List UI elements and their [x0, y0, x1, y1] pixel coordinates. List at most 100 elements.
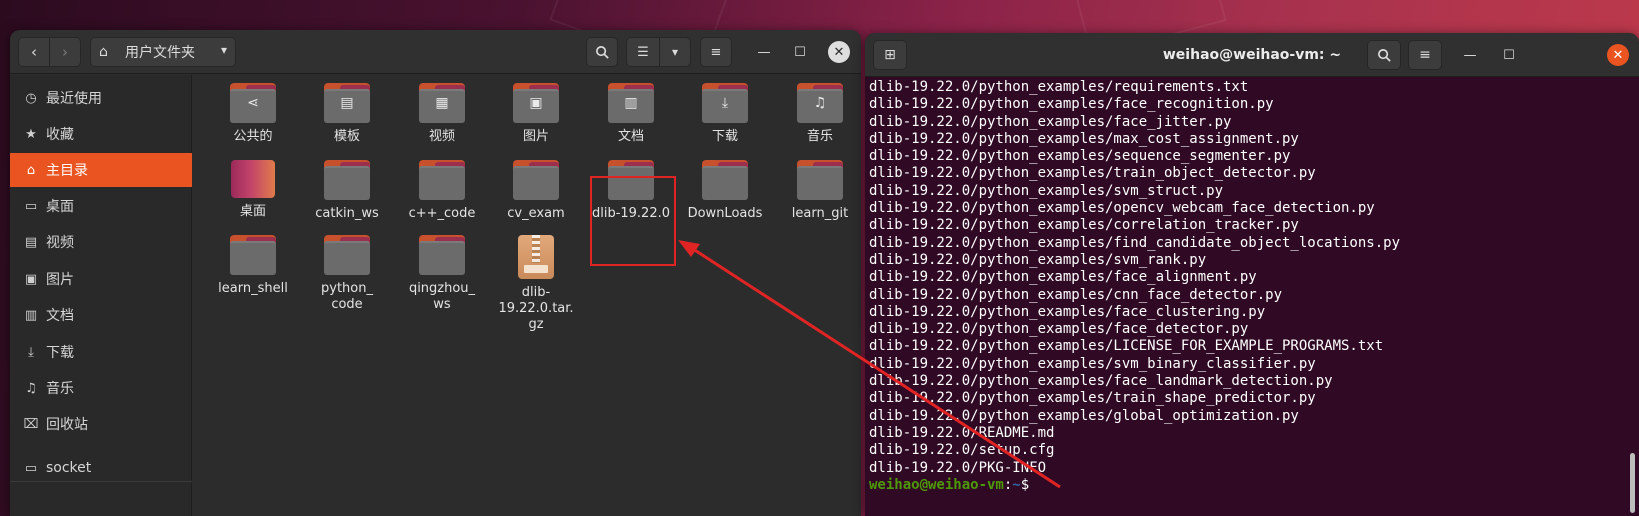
desktop-folder-icon — [231, 160, 275, 198]
minimize-button[interactable]: — — [753, 41, 775, 63]
sidebar-item-6[interactable]: ▥ 文档 — [10, 298, 192, 332]
terminal-line: dlib-19.22.0/python_examples/requirement… — [869, 79, 1249, 95]
terminal-line: dlib-19.22.0/PKG-INFO — [869, 459, 1047, 476]
file-name: 下载 — [711, 129, 738, 144]
terminal-line: dlib-19.22.0/python_examples/face_detect… — [869, 321, 1249, 338]
sidebar-item-9[interactable]: ⌧ 回收站 — [10, 407, 192, 441]
file-item[interactable]: ▤ 模板 — [300, 83, 394, 145]
folder-emblem-icon: ⤓ — [721, 95, 729, 111]
folder-icon: ⋖ — [230, 83, 276, 123]
prompt-segment: weihao@weihao-vm — [869, 476, 1004, 493]
view-options-button[interactable]: ▾ — [659, 37, 691, 67]
terminal-minimize-button[interactable]: — — [1459, 44, 1481, 66]
file-name: learn_shell — [218, 281, 288, 296]
terminal-headerbar: ⊞ weihao@weihao-vm: ~ ≡ — ☐ ✕ — [865, 33, 1639, 77]
minimize-icon: — — [757, 44, 771, 60]
sidebar-item-4[interactable]: ▤ 视频 — [10, 225, 192, 259]
terminal-line: dlib-19.22.0/python_examples/face_cluste… — [869, 303, 1266, 320]
terminal-window: ⊞ weihao@weihao-vm: ~ ≡ — ☐ ✕ dlib-19.22… — [865, 33, 1639, 516]
file-item[interactable]: catkin_ws — [300, 160, 394, 222]
file-item[interactable]: ♫ 音乐 — [773, 83, 861, 145]
file-item[interactable]: ▥ 文档 — [584, 83, 678, 145]
sidebar-item-1[interactable]: ★ 收藏 — [10, 117, 192, 151]
search-button[interactable] — [586, 37, 618, 67]
star-icon: ★ — [25, 126, 37, 142]
sidebar-item-2[interactable]: ⌂ 主目录 — [10, 153, 192, 187]
folder-emblem-icon: ▦ — [435, 95, 449, 111]
folder-icon — [324, 160, 370, 200]
sidebar-item-label: 收藏 — [46, 127, 74, 143]
sidebar-item-5[interactable]: ▣ 图片 — [10, 262, 192, 296]
file-grid: ⋖ 公共的 ▤ 模板 ▦ 视频 ▣ 图片 ▥ 文档 ⤓ 下载 ♫ 音乐桌面 catkin_ws c++_cod… — [193, 75, 861, 516]
file-item[interactable]: learn_git — [773, 160, 861, 222]
file-item[interactable]: ▦ 视频 — [395, 83, 489, 145]
terminal-line: dlib-19.22.0/python_examples/train_objec… — [869, 165, 1316, 182]
sidebar-item-3[interactable]: ▭ 桌面 — [10, 189, 192, 223]
file-item[interactable]: c++_code — [395, 160, 489, 222]
file-item[interactable]: qingzhou_ ws — [395, 235, 489, 313]
sidebar-item-label: 文档 — [46, 308, 74, 324]
forward-button[interactable]: › — [49, 37, 81, 67]
location-path-button[interactable]: ⌂ 用户文件夹 ▾ — [90, 37, 236, 67]
terminal-output[interactable]: dlib-19.22.0/python_examples/requirement… — [869, 79, 1619, 516]
sidebar-item-7[interactable]: ⤓ 下载 — [10, 335, 192, 369]
terminal-line: dlib-19.22.0/python_examples/max_cost_as… — [869, 130, 1299, 147]
terminal-line: dlib-19.22.0/python_examples/find_candid… — [869, 234, 1401, 251]
file-item[interactable]: cv_exam — [489, 160, 583, 222]
file-item[interactable]: learn_shell — [206, 235, 300, 297]
close-button[interactable]: ✕ — [828, 41, 850, 63]
file-item[interactable]: ⤓ 下载 — [678, 83, 772, 145]
terminal-close-button[interactable]: ✕ — [1607, 44, 1629, 66]
sidebar-item-10[interactable]: ▭ socket — [10, 451, 192, 485]
file-item[interactable]: python_ code — [300, 235, 394, 313]
picture-icon: ▣ — [24, 271, 38, 287]
view-list-button[interactable]: ☰ — [626, 37, 660, 67]
terminal-maximize-button[interactable]: ☐ — [1498, 44, 1520, 66]
file-name: catkin_ws — [315, 206, 379, 221]
terminal-line: dlib-19.22.0/python_examples/face_recogn… — [869, 96, 1274, 113]
music-icon: ♫ — [25, 380, 37, 396]
chevron-left-icon: ‹ — [31, 43, 37, 61]
sidebar-item-0[interactable]: ◷ 最近使用 — [10, 81, 192, 115]
terminal-prompt[interactable]: weihao@weihao-vm:~$ — [869, 477, 1619, 494]
terminal-search-button[interactable] — [1367, 40, 1401, 70]
folder-emblem-icon: ▥ — [624, 95, 638, 111]
maximize-button[interactable]: ☐ — [789, 41, 811, 63]
folder-emblem-icon: ▣ — [529, 95, 543, 111]
prompt-segment: ~ — [1012, 476, 1021, 493]
terminal-line: dlib-19.22.0/python_examples/global_opti… — [869, 407, 1299, 424]
sidebar-item-label: 图片 — [46, 272, 74, 288]
file-item[interactable]: dlib- 19.22.0.tar. gz — [489, 235, 583, 333]
file-name: 模板 — [333, 129, 360, 144]
terminal-line: dlib-19.22.0/python_examples/correlation… — [869, 217, 1299, 234]
terminal-line: dlib-19.22.0/python_examples/svm_struct.… — [869, 182, 1224, 199]
file-item[interactable]: ⋖ 公共的 — [206, 83, 300, 145]
list-view-icon: ☰ — [637, 44, 649, 60]
file-name: qingzhou_ ws — [408, 281, 476, 312]
terminal-line: dlib-19.22.0/python_examples/svm_rank.py — [869, 251, 1207, 268]
folder-icon — [419, 235, 465, 275]
close-icon: ✕ — [1612, 47, 1624, 63]
sidebar-item-label: 回收站 — [46, 417, 88, 433]
folder-icon: ⤓ — [702, 83, 748, 123]
sidebar-item-label: 音乐 — [46, 381, 74, 397]
terminal-menu-button[interactable]: ≡ — [1408, 40, 1442, 70]
sidebar-item-label: 桌面 — [46, 199, 74, 215]
annotation-highlight-box — [590, 176, 676, 266]
folder-icon — [797, 160, 843, 200]
terminal-title: weihao@weihao-vm: ~ — [1162, 47, 1342, 63]
main-menu-button[interactable]: ≡ — [700, 37, 732, 67]
terminal-line: dlib-19.22.0/python_examples/face_alignm… — [869, 269, 1257, 286]
file-item[interactable]: DownLoads — [678, 160, 772, 222]
sidebar-item-8[interactable]: ♫ 音乐 — [10, 371, 192, 405]
file-item[interactable]: 桌面 — [206, 160, 300, 220]
folder-icon — [513, 160, 559, 200]
terminal-line: dlib-19.22.0/python_examples/sequence_se… — [869, 148, 1291, 165]
document-icon: ▥ — [24, 307, 38, 323]
folder-icon: ▦ — [419, 83, 465, 123]
back-button[interactable]: ‹ — [18, 37, 50, 67]
file-item[interactable]: ▣ 图片 — [489, 83, 583, 145]
terminal-scrollbar[interactable] — [1630, 453, 1635, 513]
minimize-icon: — — [1463, 47, 1477, 63]
terminal-line: dlib-19.22.0/setup.cfg — [869, 442, 1055, 459]
